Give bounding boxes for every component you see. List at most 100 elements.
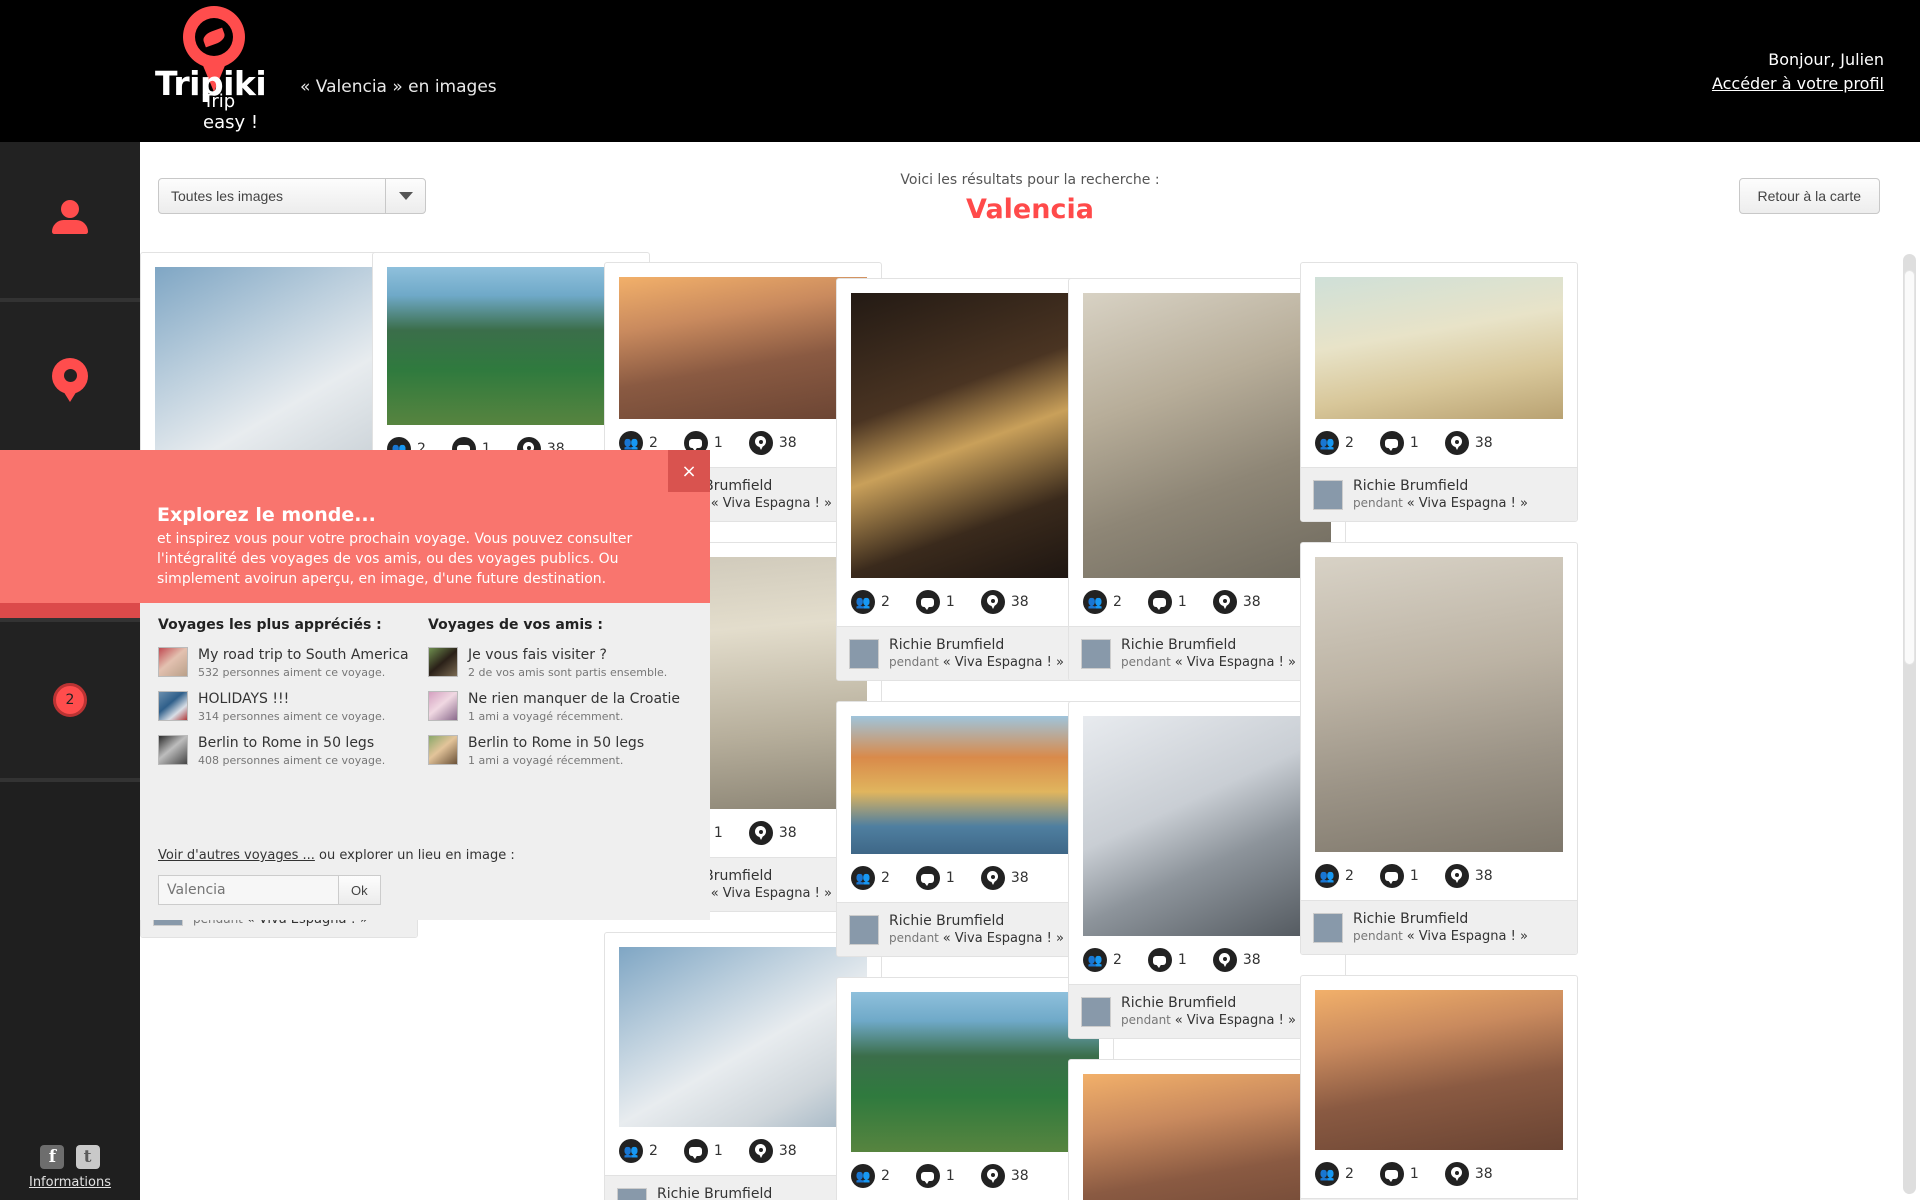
stat-people[interactable]: 👥2: [851, 866, 906, 890]
image-card[interactable]: 👥2138Richie Brumfieldpendant « Viva Espa…: [1300, 975, 1578, 1200]
stat-comments[interactable]: 1: [915, 590, 971, 614]
stat-places[interactable]: 38: [748, 1139, 813, 1163]
people-count: 2: [881, 870, 890, 886]
stat-comments[interactable]: 1: [1379, 1162, 1435, 1186]
sidebar-item-notifications[interactable]: 2: [0, 622, 140, 782]
stat-comments[interactable]: 1: [1379, 431, 1435, 455]
grid-column: 👥2138Richie Brumfieldpendant « Viva Espa…: [1300, 262, 1578, 1200]
stat-places[interactable]: 38: [748, 821, 813, 845]
stat-people[interactable]: 👥2: [851, 590, 906, 614]
comment-count: 1: [1409, 868, 1419, 884]
trip-thumbnail: [428, 691, 458, 722]
avatar: [1081, 638, 1111, 669]
logo-tagline: Trip easy !: [203, 91, 259, 133]
stat-comments[interactable]: 1: [683, 1139, 739, 1163]
card-photo[interactable]: [387, 267, 635, 425]
people-icon: 👥: [1315, 1162, 1339, 1186]
map-marker-icon: [1444, 864, 1469, 888]
more-trips-link[interactable]: Voir d'autres voyages ...: [158, 848, 315, 863]
trip-meta: 314 personnes aiment ce voyage.: [198, 710, 386, 724]
facebook-icon[interactable]: f: [40, 1145, 65, 1169]
author-name: Richie Brumfield: [1121, 995, 1237, 1011]
list-item[interactable]: HOLIDAYS !!! 314 personnes aiment ce voy…: [158, 691, 428, 723]
stat-places[interactable]: 38: [980, 866, 1045, 890]
list-item[interactable]: Ne rien manquer de la Croatie 1 ami a vo…: [428, 691, 698, 723]
stat-places[interactable]: 38: [1212, 590, 1277, 614]
comment-count: 1: [713, 825, 723, 841]
stat-comments[interactable]: 1: [1147, 948, 1203, 972]
stat-people[interactable]: 👥2: [1315, 431, 1370, 455]
author-name: Richie Brumfield: [1353, 478, 1469, 494]
list-item[interactable]: Berlin to Rome in 50 legs 408 personnes …: [158, 735, 428, 767]
stat-people[interactable]: 👥2: [1083, 948, 1138, 972]
comment-count: 1: [713, 1143, 723, 1159]
stat-people[interactable]: 👥2: [851, 1164, 906, 1188]
list-item[interactable]: My road trip to South America 532 person…: [158, 647, 428, 679]
stat-places[interactable]: 38: [1444, 864, 1509, 888]
card-author[interactable]: Richie Brumfield pendant « Viva Espagna !…: [1301, 900, 1577, 954]
sidebar-item-profile[interactable]: [0, 142, 140, 302]
card-photo[interactable]: [851, 716, 1099, 854]
trip-title: Berlin to Rome in 50 legs: [198, 735, 375, 752]
card-photo[interactable]: [1315, 990, 1563, 1150]
scrollbar-thumb[interactable]: [1904, 270, 1915, 665]
top-header: Tripiki Trip easy ! « Valencia » en imag…: [0, 0, 1920, 142]
stat-places[interactable]: 38: [748, 431, 813, 455]
card-photo[interactable]: [851, 992, 1099, 1152]
place-search-input[interactable]: [158, 875, 338, 905]
list-item[interactable]: Je vous fais visiter ? 2 de vos amis son…: [428, 647, 698, 679]
card-photo[interactable]: [619, 947, 867, 1127]
trip-title: Je vous fais visiter ?: [468, 647, 607, 663]
card-author[interactable]: Richie Brumfield pendant « Viva Espagna !…: [1301, 467, 1577, 521]
trip-title: HOLIDAYS !!!: [198, 691, 290, 708]
image-card[interactable]: 👥2 1 38 Richie Brumfieldpendant « Viva Espa…: [1300, 542, 1578, 955]
card-photo[interactable]: [1083, 293, 1331, 578]
stat-comments[interactable]: 1: [1147, 590, 1203, 614]
stat-people[interactable]: 👥2: [619, 1139, 674, 1163]
notification-badge: 2: [53, 683, 87, 717]
logo[interactable]: Tripiki Trip easy !: [155, 2, 275, 133]
people-count: 2: [1345, 435, 1354, 451]
stat-places[interactable]: 38: [1444, 431, 1509, 455]
user-block: Bonjour, Julien Accéder à votre profil: [1712, 50, 1884, 93]
promo-panel: Voyages les plus appréciés : My road tri…: [140, 603, 710, 920]
map-marker-icon: [980, 590, 1005, 614]
map-marker-icon: [1212, 948, 1237, 972]
stat-people[interactable]: 👥2: [1315, 1162, 1370, 1186]
trip-meta: 408 personnes aiment ce voyage.: [198, 754, 386, 768]
stat-comments[interactable]: 1: [1379, 864, 1435, 888]
stat-places[interactable]: 38: [1444, 1162, 1509, 1186]
comment-icon: [915, 590, 940, 614]
stat-people[interactable]: 👥2: [1083, 590, 1138, 614]
card-photo[interactable]: [851, 293, 1099, 578]
twitter-icon[interactable]: t: [75, 1145, 100, 1169]
card-photo[interactable]: [1083, 716, 1331, 936]
stat-places[interactable]: 38: [980, 590, 1045, 614]
card-photo[interactable]: [619, 277, 867, 419]
sidebar-item-map[interactable]: [0, 302, 140, 462]
back-to-map-button[interactable]: Retour à la carte: [1738, 178, 1880, 214]
place-search-ok-button[interactable]: Ok: [338, 875, 381, 905]
list-item[interactable]: Berlin to Rome in 50 legs 1 ami a voyagé…: [428, 735, 698, 767]
comment-icon: [915, 1164, 940, 1188]
card-photo[interactable]: [1083, 1074, 1331, 1200]
stat-comments[interactable]: 1: [915, 866, 971, 890]
trip-meta: 1 ami a voyagé récemment.: [468, 754, 624, 768]
grid-scrollbar[interactable]: [1903, 254, 1916, 1194]
informations-link[interactable]: Informations: [0, 1175, 140, 1190]
author-trip: pendant « Viva Espagna ! »: [889, 931, 1064, 946]
place-count: 38: [1474, 435, 1493, 451]
trip-thumbnail: [158, 735, 188, 766]
stat-comments[interactable]: 1: [915, 1164, 971, 1188]
profile-link[interactable]: Accéder à votre profil: [1712, 74, 1884, 93]
stat-places[interactable]: 38: [980, 1164, 1045, 1188]
image-card[interactable]: 👥2 1 38 Richie Brumfieldpendant « Viva Espa…: [1300, 262, 1578, 522]
card-photo[interactable]: [1315, 277, 1563, 419]
author-name: Richie Brumfield: [889, 913, 1005, 929]
close-icon[interactable]: ×: [668, 450, 710, 492]
stat-people[interactable]: 👥2: [1315, 864, 1370, 888]
author-name: Richie Brumfield: [1353, 911, 1469, 927]
promo-banner: × Explorez le monde... et inspirez vous …: [0, 450, 710, 603]
stat-places[interactable]: 38: [1212, 948, 1277, 972]
card-photo[interactable]: [1315, 557, 1563, 852]
